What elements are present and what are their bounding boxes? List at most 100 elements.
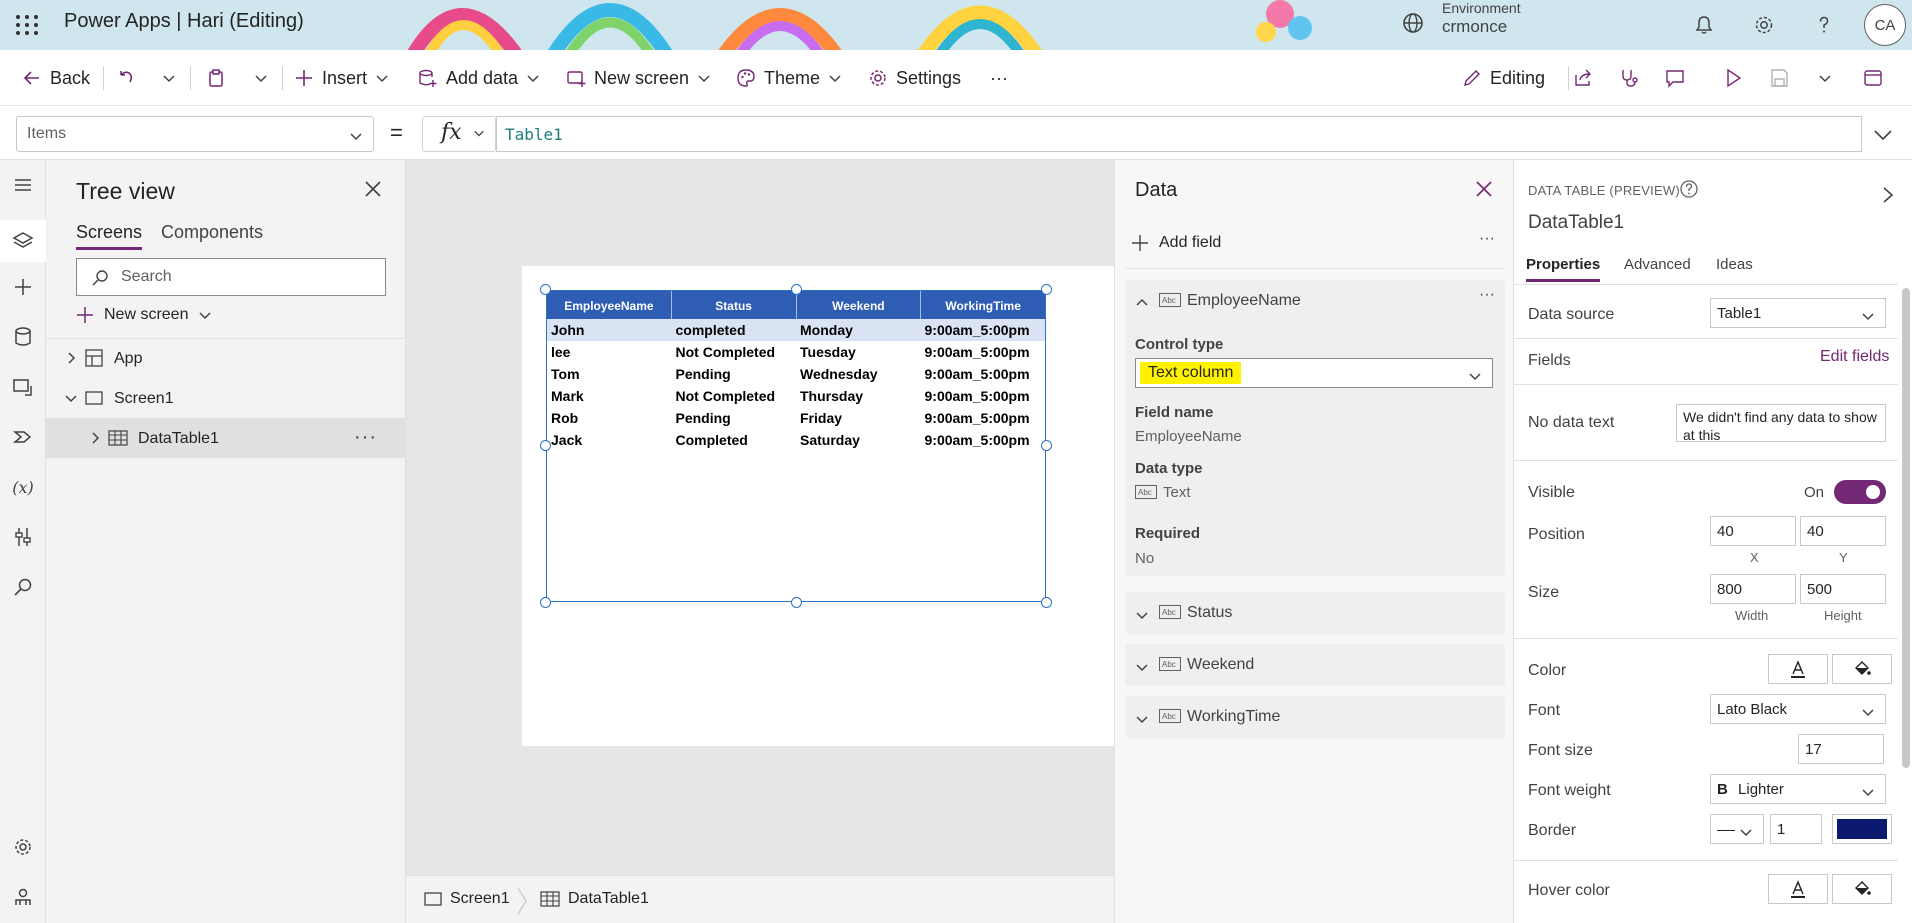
chevron-right-icon[interactable] (64, 351, 78, 365)
resize-handle[interactable] (791, 597, 802, 608)
border-width-input[interactable]: 1 (1770, 814, 1822, 844)
no-data-text-input[interactable]: We didn't find any data to show at this (1676, 404, 1886, 442)
tree-view-layers-icon[interactable] (0, 220, 46, 262)
field-card-status[interactable]: Abc Status (1125, 592, 1505, 634)
table-row[interactable]: Tom Pending Wednesday 9:00am_5:00pm (547, 363, 1045, 385)
control-name[interactable]: DataTable1 (1528, 212, 1624, 234)
close-icon[interactable] (364, 180, 382, 198)
resize-handle[interactable] (540, 284, 551, 295)
table-row[interactable]: Jack Completed Saturday 9:00am_5:00pm (547, 429, 1045, 451)
tree-item-app[interactable]: App (46, 338, 406, 378)
font-weight-dropdown[interactable]: B Lighter (1710, 774, 1886, 804)
theme-button[interactable]: Theme (736, 62, 842, 94)
paste-button[interactable] (206, 62, 226, 94)
undo-button[interactable] (116, 62, 136, 94)
visible-toggle[interactable] (1834, 480, 1886, 504)
resize-handle[interactable] (540, 440, 551, 451)
resize-handle[interactable] (1041, 440, 1052, 451)
table-row[interactable]: lee Not Completed Tuesday 9:00am_5:00pm (547, 341, 1045, 363)
resize-handle[interactable] (791, 284, 802, 295)
environment-icon[interactable] (1400, 10, 1426, 36)
chevron-up-icon[interactable] (1135, 296, 1149, 310)
table-row[interactable]: John completed Monday 9:00am_5:00pm (547, 319, 1045, 341)
column-header[interactable]: Weekend (797, 291, 922, 319)
tree-item-datatable1[interactable]: DataTable1 ··· (46, 418, 406, 458)
property-dropdown[interactable]: Items (16, 116, 374, 152)
help-question-icon[interactable] (1808, 9, 1840, 41)
border-style-dropdown[interactable] (1710, 814, 1764, 844)
media-icon[interactable] (8, 372, 38, 402)
tree-item-screen1[interactable]: Screen1 (46, 378, 406, 418)
fill-color-picker[interactable] (1832, 654, 1892, 684)
formula-input[interactable]: Table1 (496, 116, 1862, 152)
field-card-workingtime[interactable]: Abc WorkingTime (1125, 696, 1505, 738)
save-button[interactable] (1768, 62, 1790, 94)
variables-icon[interactable]: (x) (8, 472, 38, 502)
field-card-header[interactable]: Abc EmployeeName ··· (1125, 280, 1505, 322)
breadcrumb-screen1[interactable]: Screen1 (424, 890, 510, 908)
field-card-header[interactable]: Abc Status (1125, 592, 1505, 634)
edit-fields-link[interactable]: Edit fields (1820, 348, 1889, 366)
new-screen-button[interactable]: New screen (566, 62, 711, 94)
user-avatar[interactable]: CA (1864, 4, 1906, 46)
comments-button[interactable] (1664, 62, 1686, 94)
resize-handle[interactable] (1041, 597, 1052, 608)
resize-handle[interactable] (540, 597, 551, 608)
back-button[interactable]: Back (22, 62, 90, 94)
height-input[interactable]: 500 (1800, 574, 1886, 604)
table-row[interactable]: Rob Pending Friday 9:00am_5:00pm (547, 407, 1045, 429)
tab-components[interactable]: Components (161, 222, 263, 243)
paste-menu-chevron-icon[interactable] (254, 62, 268, 94)
text-color-picker[interactable] (1768, 654, 1828, 684)
editing-button[interactable]: Editing (1462, 62, 1545, 94)
tab-advanced[interactable]: Advanced (1624, 256, 1691, 273)
chevron-down-icon[interactable] (1135, 660, 1149, 674)
chevron-right-icon[interactable] (1880, 186, 1896, 204)
help-question-icon[interactable] (1679, 179, 1699, 199)
undo-menu-chevron-icon[interactable] (162, 62, 176, 94)
field-card-weekend[interactable]: Abc Weekend (1125, 644, 1505, 686)
width-input[interactable]: 800 (1710, 574, 1796, 604)
table-row[interactable]: Mark Not Completed Thursday 9:00am_5:00pm (547, 385, 1045, 407)
properties-scrollbar[interactable] (1902, 288, 1910, 768)
font-size-input[interactable]: 17 (1798, 734, 1884, 764)
data-source-dropdown[interactable]: Table1 (1710, 298, 1886, 328)
publish-button[interactable] (1862, 62, 1884, 94)
new-screen-button[interactable]: New screen (76, 306, 212, 324)
tab-ideas[interactable]: Ideas (1716, 256, 1753, 273)
environment-name[interactable]: crmonce (1442, 17, 1507, 37)
data-table-control[interactable]: EmployeeName Status Weekend WorkingTime Joh… (546, 290, 1046, 602)
settings-gear-icon[interactable] (8, 832, 38, 862)
save-menu-chevron-icon[interactable] (1818, 62, 1832, 94)
tab-properties[interactable]: Properties (1526, 256, 1601, 282)
column-header[interactable]: WorkingTime (921, 291, 1045, 319)
virtual-agent-icon[interactable] (8, 882, 38, 912)
chevron-down-icon[interactable] (1135, 608, 1149, 622)
settings-gear-icon[interactable] (1748, 9, 1780, 41)
function-button[interactable]: fx (422, 116, 496, 152)
font-dropdown[interactable]: Lato Black (1710, 694, 1886, 724)
tree-search-input[interactable]: Search (76, 258, 386, 296)
hover-text-color-picker[interactable] (1768, 874, 1828, 904)
hover-fill-color-picker[interactable] (1832, 874, 1892, 904)
chevron-down-icon[interactable] (64, 391, 78, 405)
more-options-button[interactable]: ··· (1479, 230, 1495, 248)
chevron-down-icon[interactable] (1135, 712, 1149, 726)
add-data-button[interactable]: Add data (418, 62, 540, 94)
field-card-header[interactable]: Abc WorkingTime (1125, 696, 1505, 738)
share-button[interactable] (1572, 62, 1594, 94)
more-commands-button[interactable]: ··· (990, 62, 1008, 94)
column-header[interactable]: Status (672, 291, 797, 319)
column-header[interactable]: EmployeeName (547, 291, 672, 319)
close-icon[interactable] (1475, 180, 1493, 198)
expand-formula-chevron-icon[interactable] (1872, 124, 1894, 146)
tab-screens[interactable]: Screens (76, 222, 143, 250)
preview-play-button[interactable] (1722, 62, 1744, 94)
insert-plus-icon[interactable] (8, 272, 38, 302)
position-y-input[interactable]: 40 (1800, 516, 1886, 546)
add-field-button[interactable]: Add field (1131, 234, 1221, 252)
data-cylinder-icon[interactable] (8, 322, 38, 352)
notifications-bell-icon[interactable] (1688, 9, 1720, 41)
field-card-header[interactable]: Abc Weekend (1125, 644, 1505, 686)
more-options-button[interactable]: ··· (1479, 286, 1495, 304)
